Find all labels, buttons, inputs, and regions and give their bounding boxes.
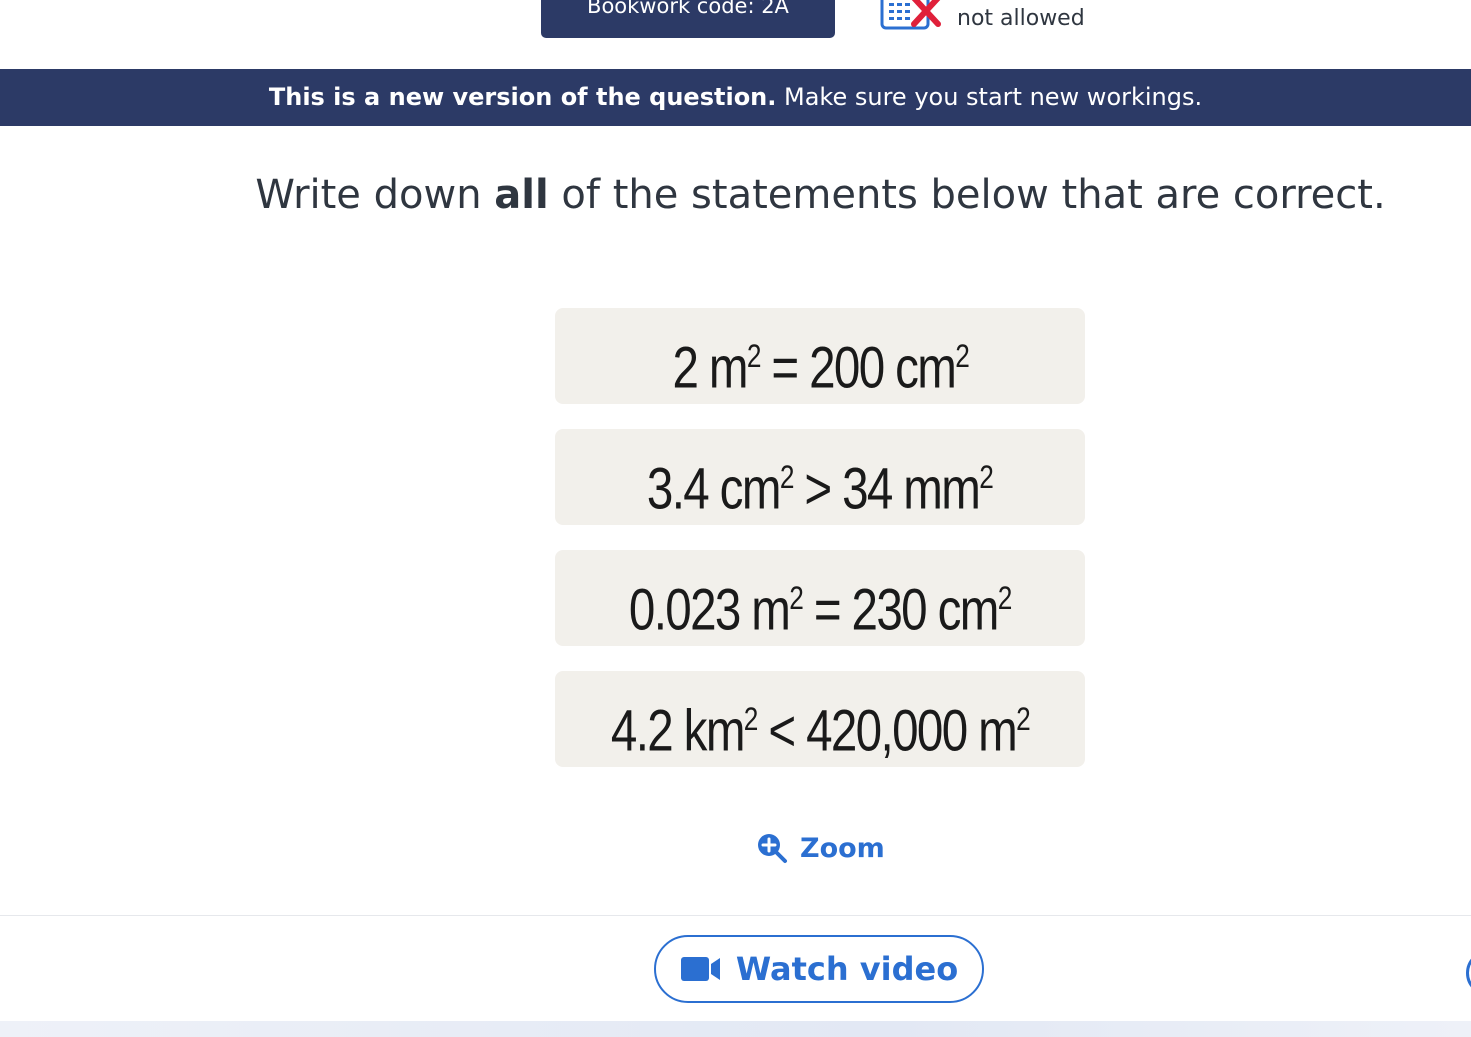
statement-1-right-number: 200 — [808, 335, 885, 401]
zoom-label: Zoom — [800, 832, 885, 864]
statement-1-operator: = — [771, 335, 799, 401]
statement-4-right-exponent: 2 — [1016, 701, 1031, 737]
statement-card-1: 2 m2 = 200 cm2 — [555, 308, 1085, 404]
statement-4-right-number: 420,000 — [806, 698, 968, 764]
statement-2-right-exponent: 2 — [979, 459, 995, 495]
statement-1-right-unit: cm — [894, 335, 957, 401]
question-emphasis: all — [494, 172, 549, 218]
statement-3-operator: = — [814, 577, 842, 643]
watch-video-button[interactable]: Watch video — [654, 935, 984, 1003]
statement-3-left-number: 0.023 — [629, 577, 741, 643]
bookwork-code-badge: Bookwork code: 2A — [541, 0, 835, 38]
statement-3-right-unit: cm — [937, 577, 1000, 643]
statement-card-2: 3.4 cm2 > 34 mm2 — [555, 429, 1085, 525]
statement-3-left-unit: m — [751, 577, 792, 643]
statement-4-left-number: 4.2 — [610, 698, 674, 764]
banner-bold-text: This is a new version of the question. — [268, 83, 777, 111]
statement-4: 4.2 km2 < 420,000 m2 — [610, 671, 1031, 779]
zoom-in-icon — [758, 834, 787, 863]
statement-2-left-unit: cm — [720, 456, 782, 522]
banner-text: Make sure you start new workings. — [776, 83, 1203, 111]
statement-1-left-number: 2 — [672, 335, 698, 401]
question-prefix: Write down — [255, 172, 495, 218]
statement-card-3: 0.023 m2 = 230 cm2 — [555, 550, 1085, 646]
statement-2-left-exponent: 2 — [780, 459, 795, 495]
calculator-status: not allowed — [957, 6, 1085, 31]
statement-4-right-unit: m — [978, 698, 1018, 764]
statement-1: 2 m2 = 200 cm2 — [672, 308, 970, 416]
question-suffix: of the statements below that are correct… — [548, 172, 1386, 218]
statement-2: 3.4 cm2 > 34 mm2 — [647, 429, 995, 537]
partial-edge-button[interactable] — [1466, 950, 1471, 996]
statement-3: 0.023 m2 = 230 cm2 — [629, 550, 1013, 658]
statement-2-right-number: 34 — [842, 456, 894, 522]
statement-3-right-number: 230 — [851, 577, 928, 643]
video-camera-icon — [680, 957, 720, 981]
statement-4-operator: < — [768, 698, 796, 764]
statement-1-left-exponent: 2 — [746, 338, 762, 374]
statement-3-right-exponent: 2 — [997, 580, 1013, 616]
question-prompt: Write down all of the statements below t… — [0, 172, 1471, 218]
section-divider — [0, 915, 1471, 916]
bottom-strip — [0, 1021, 1471, 1037]
calculator-crossed-icon — [880, 0, 941, 30]
new-version-banner: This is a new version of the question. M… — [0, 69, 1471, 126]
statement-4-left-exponent: 2 — [743, 701, 759, 737]
watch-video-label: Watch video — [735, 950, 959, 988]
statement-4-left-unit: km — [683, 698, 746, 764]
statement-2-left-number: 3.4 — [647, 456, 710, 522]
top-bar: Bookwork code: 2A not allowed — [0, 0, 1471, 68]
statement-card-4: 4.2 km2 < 420,000 m2 — [555, 671, 1085, 767]
statement-2-right-unit: mm — [903, 456, 982, 522]
statement-2-operator: > — [804, 456, 833, 522]
bookwork-code-text: Bookwork code: 2A — [587, 0, 789, 18]
statement-1-right-exponent: 2 — [954, 338, 970, 374]
statement-1-left-unit: m — [708, 335, 749, 401]
statement-3-left-exponent: 2 — [789, 580, 805, 616]
zoom-button[interactable]: Zoom — [756, 828, 885, 868]
